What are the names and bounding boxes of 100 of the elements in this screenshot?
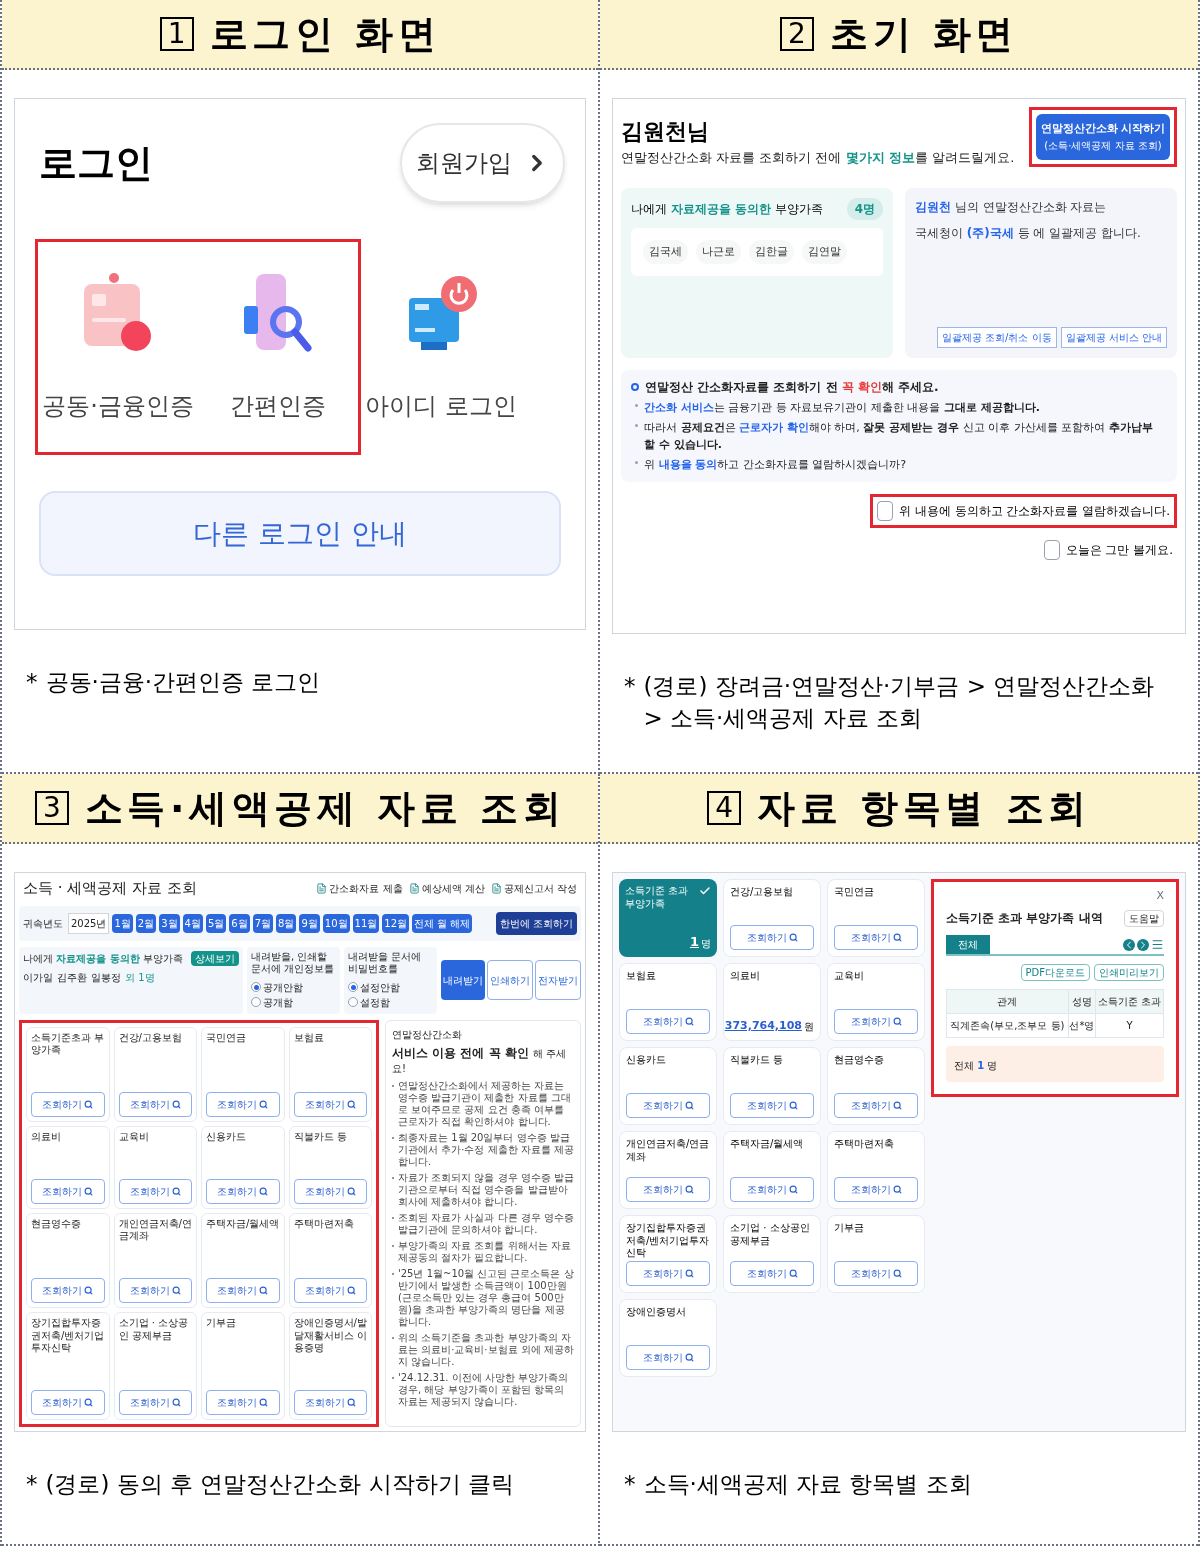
provider-link-button[interactable]: 일괄제공 조회/취소 이동 <box>936 326 1057 348</box>
lookup-button[interactable]: 조회하기 <box>834 1009 918 1034</box>
item-card[interactable]: 보험료 조회하기 <box>619 963 717 1041</box>
action-button[interactable]: 인쇄하기 <box>487 960 533 1000</box>
month-chip[interactable]: 6월 <box>229 913 250 933</box>
checkbox-label[interactable]: 위 내용에 동의하고 간소화자료를 열람하겠습니다. <box>898 501 1170 520</box>
radio-label[interactable]: 설정안함 <box>360 979 400 995</box>
checkbox-label[interactable]: 오늘은 그만 볼게요. <box>1065 540 1173 559</box>
lookup-button[interactable]: 조회하기 <box>206 1091 280 1117</box>
lookup-button[interactable]: 조회하기 <box>730 1177 814 1202</box>
menu-icon[interactable] <box>1151 938 1164 951</box>
table-cell: 선*영 <box>1068 1013 1096 1038</box>
item-card[interactable]: 소득기준 초과 부양가족 1 명 <box>619 879 717 957</box>
lookup-button[interactable]: 조회하기 <box>730 925 814 950</box>
lookup-button[interactable]: 조회하기 <box>626 1345 710 1370</box>
radio-label[interactable]: 공개함 <box>263 994 293 1010</box>
lookup-button[interactable]: 조회하기 <box>206 1178 280 1204</box>
checkbox[interactable] <box>1043 539 1060 560</box>
lookup-button[interactable]: 조회하기 <box>118 1178 192 1204</box>
item-card[interactable]: 소기업 · 소상공인 공제부금 조회하기 <box>723 1215 821 1293</box>
other-login-button[interactable]: 다른 로그인 안내 <box>39 491 561 576</box>
month-chip[interactable]: 9월 <box>299 913 320 933</box>
month-chip[interactable]: 11월 <box>352 913 380 933</box>
login-method-label[interactable]: 아이디 로그인 <box>365 388 517 424</box>
month-chip[interactable]: 10월 <box>322 913 350 933</box>
item-card[interactable]: 주택자금/월세액 조회하기 <box>723 1131 821 1209</box>
item-card[interactable]: 국민연금 조회하기 <box>827 879 925 957</box>
item-card[interactable]: 기부금 조회하기 <box>827 1215 925 1293</box>
lookup-button[interactable]: 조회하기 <box>31 1178 105 1204</box>
lookup-button[interactable]: 조회하기 <box>293 1278 367 1304</box>
lookup-button[interactable]: 조회하기 <box>31 1278 105 1304</box>
header-link[interactable]: 예상세액 계산 <box>408 880 485 896</box>
month-chip[interactable]: 4월 <box>182 913 203 933</box>
header-link[interactable]: 공제신고서 작성 <box>490 880 577 896</box>
item-card[interactable]: 장기집합투자증권저축/벤처기업투자신탁 조회하기 <box>619 1215 717 1293</box>
lookup-button[interactable]: 조회하기 <box>206 1390 280 1415</box>
popup-action-button[interactable]: PDF다운로드 <box>1020 964 1090 981</box>
month-chip[interactable]: 2월 <box>135 913 157 933</box>
lookup-button[interactable]: 조회하기 <box>293 1091 367 1117</box>
lookup-button[interactable]: 조회하기 <box>834 1177 918 1202</box>
lookup-button[interactable]: 조회하기 <box>118 1091 192 1117</box>
search-icon <box>788 1185 798 1194</box>
lookup-button[interactable]: 조회하기 <box>626 1261 710 1286</box>
lookup-button[interactable]: 조회하기 <box>834 1261 918 1286</box>
previous-icon[interactable] <box>1123 938 1135 951</box>
help-button[interactable]: 도움말 <box>1124 909 1164 927</box>
tab[interactable]: 전체 <box>946 935 990 954</box>
item-card[interactable]: 의료비 373,764,108 원 <box>723 963 821 1041</box>
action-button[interactable]: 내려받기 <box>441 960 485 1000</box>
year-select[interactable]: 2025년 <box>68 912 110 934</box>
item-card[interactable]: 현금영수증 조회하기 <box>827 1047 925 1125</box>
item-value[interactable]: 373,764,108 <box>724 1017 802 1034</box>
lookup-button[interactable]: 조회하기 <box>626 1093 710 1118</box>
item-card[interactable]: 개인연금저축/연금계좌 조회하기 <box>619 1131 717 1209</box>
month-chip[interactable]: 7월 <box>252 913 274 933</box>
checkbox[interactable] <box>876 500 893 521</box>
lookup-button[interactable]: 조회하기 <box>834 1093 918 1118</box>
item-card[interactable]: 교육비 조회하기 <box>827 963 925 1041</box>
next-icon[interactable] <box>1137 938 1149 951</box>
lookup-button[interactable]: 조회하기 <box>31 1091 105 1117</box>
month-chip[interactable]: 3월 <box>159 913 180 933</box>
item-card[interactable]: 직불카드 등 조회하기 <box>723 1047 821 1125</box>
lookup-button[interactable]: 조회하기 <box>834 925 918 950</box>
radio-button[interactable] <box>251 982 261 992</box>
clear-months-button[interactable]: 전체 월 해제 <box>412 913 473 933</box>
radio-button[interactable] <box>348 997 358 1007</box>
item-card[interactable]: 건강/고용보험 조회하기 <box>723 879 821 957</box>
action-button[interactable]: 전자받기 <box>535 960 581 1000</box>
month-chip[interactable]: 1월 <box>112 913 133 933</box>
signup-button[interactable]: 회원가입 <box>400 123 565 203</box>
month-chip[interactable]: 8월 <box>276 913 297 933</box>
item-card[interactable]: 장애인증명서 조회하기 <box>619 1299 717 1377</box>
lookup-button[interactable]: 조회하기 <box>293 1178 367 1204</box>
login-method-label[interactable]: 간편인증 <box>230 388 326 424</box>
month-chip[interactable]: 5월 <box>205 913 227 933</box>
start-button[interactable]: 연말정산간소화 시작하기 (소득·세액공제 자료 조회) <box>1036 114 1170 160</box>
item-card[interactable]: 신용카드 조회하기 <box>619 1047 717 1125</box>
lookup-button[interactable]: 조회하기 <box>626 1177 710 1202</box>
lookup-button[interactable]: 조회하기 <box>118 1390 192 1415</box>
lookup-button[interactable]: 조회하기 <box>730 1261 814 1286</box>
radio-label[interactable]: 설정함 <box>360 994 390 1010</box>
lookup-button[interactable]: 조회하기 <box>730 1093 814 1118</box>
radio-button[interactable] <box>348 982 358 992</box>
radio-button[interactable] <box>251 997 261 1007</box>
item-card[interactable]: 주택마련저축 조회하기 <box>827 1131 925 1209</box>
provider-link-button[interactable]: 일괄제공 서비스 안내 <box>1060 326 1167 348</box>
lookup-all-button[interactable]: 한번에 조회하기 <box>495 911 577 935</box>
lookup-button[interactable]: 조회하기 <box>293 1390 367 1415</box>
radio-label[interactable]: 공개안함 <box>263 979 303 995</box>
item-value[interactable]: 1 <box>689 931 699 951</box>
header-link[interactable]: 간소화자료 제출 <box>316 880 403 896</box>
close-button[interactable]: X <box>1156 890 1164 901</box>
popup-action-button[interactable]: 인쇄미리보기 <box>1094 964 1164 981</box>
login-method-label[interactable]: 공동·금융인증 <box>42 388 194 424</box>
lookup-button[interactable]: 조회하기 <box>31 1390 105 1415</box>
detail-button[interactable]: 상세보기 <box>191 950 239 966</box>
month-chip[interactable]: 12월 <box>382 913 410 933</box>
lookup-button[interactable]: 조회하기 <box>626 1009 710 1034</box>
lookup-button[interactable]: 조회하기 <box>118 1278 192 1304</box>
lookup-button[interactable]: 조회하기 <box>206 1278 280 1304</box>
